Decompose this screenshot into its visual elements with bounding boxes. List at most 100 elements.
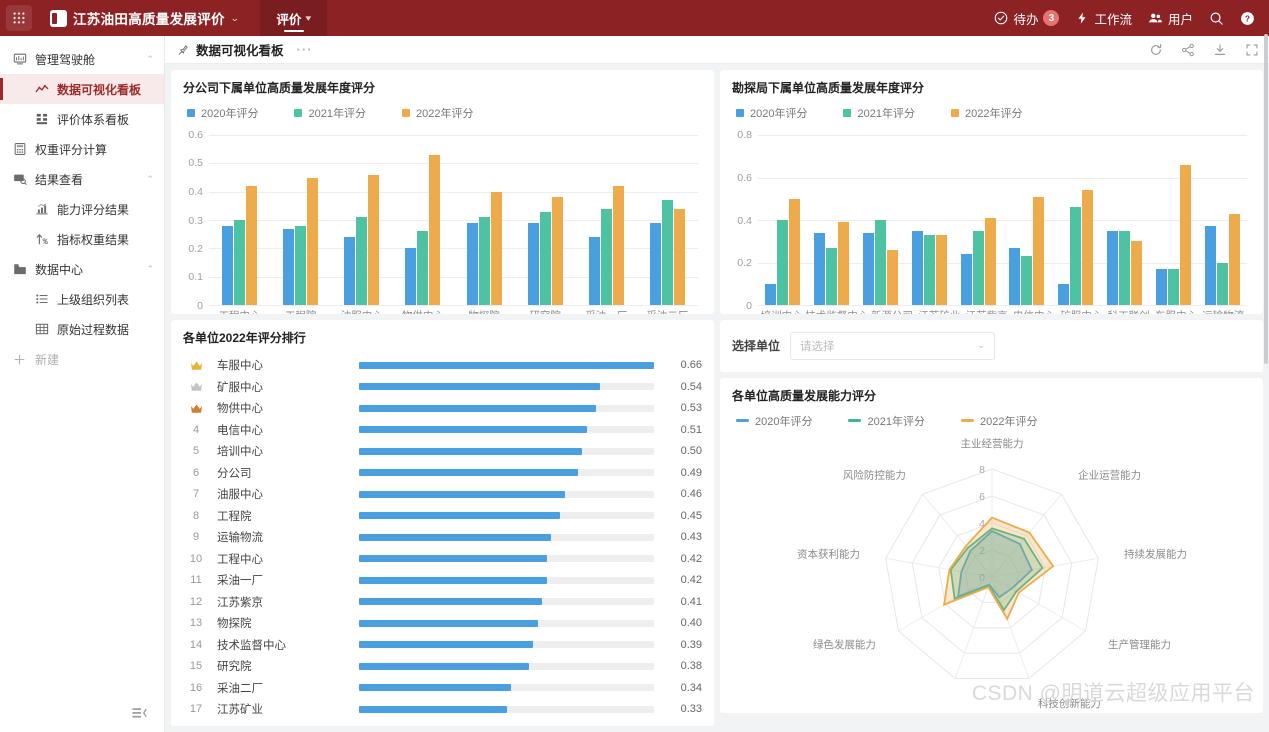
bar[interactable] (429, 154, 441, 305)
bar[interactable] (222, 225, 234, 305)
bar[interactable] (405, 248, 417, 305)
bar[interactable] (356, 217, 368, 305)
bar[interactable] (1168, 268, 1180, 305)
apps-grid-icon[interactable] (6, 5, 32, 31)
rank-row[interactable]: 9 运输物流 0.43 (183, 527, 702, 549)
bar[interactable] (1205, 226, 1217, 305)
share-icon[interactable] (1181, 43, 1195, 57)
bar[interactable] (307, 177, 319, 305)
chevron-up-icon[interactable]: ⌃ (146, 264, 154, 275)
bar[interactable] (788, 198, 800, 305)
refresh-icon[interactable] (1149, 43, 1163, 57)
sidebar-item-weight-score-calculation[interactable]: 权重评分计算 (0, 134, 164, 164)
bar[interactable] (1082, 190, 1094, 305)
rank-row[interactable]: 8 工程院 0.45 (183, 505, 702, 527)
sidebar-item-management-cockpit[interactable]: 管理驾驶舱 ⌃ (0, 44, 164, 74)
bar[interactable] (478, 217, 490, 305)
tab-evaluation[interactable]: 评价 ▾ (260, 0, 327, 36)
sidebar-item-result-view[interactable]: 结果查看 ⌃ (0, 164, 164, 194)
vertical-scrollbar[interactable] (1264, 34, 1268, 364)
rank-row[interactable]: 10 工程中心 0.42 (183, 548, 702, 570)
bar[interactable] (600, 208, 612, 305)
bar[interactable] (874, 220, 886, 305)
bar[interactable] (825, 247, 837, 305)
bar[interactable] (984, 217, 996, 305)
rank-row[interactable]: 6 分公司 0.49 (183, 462, 702, 484)
bar[interactable] (935, 234, 947, 305)
rank-row[interactable]: 14 技术监督中心 0.39 (183, 634, 702, 656)
bar[interactable] (1229, 213, 1241, 305)
rank-row[interactable]: 车服中心 0.66 (183, 355, 702, 377)
collapse-sidebar-icon[interactable] (130, 704, 150, 722)
sidebar-item-capability-score-result[interactable]: 能力评分结果 (0, 194, 164, 224)
bar[interactable] (246, 186, 258, 305)
legend-item[interactable]: 2021年评分 (848, 413, 925, 429)
legend-item[interactable]: 2020年评分 (736, 105, 807, 121)
bar[interactable] (911, 230, 923, 305)
legend-item[interactable]: 2022年评分 (401, 105, 473, 121)
rank-row[interactable]: 5 培训中心 0.50 (183, 441, 702, 463)
bar[interactable] (527, 222, 539, 305)
bar[interactable] (661, 200, 673, 305)
rank-row[interactable]: 17 江苏矿业 0.33 (183, 699, 702, 721)
bar[interactable] (490, 191, 502, 305)
download-icon[interactable] (1213, 43, 1227, 57)
bar[interactable] (1131, 241, 1143, 305)
bar[interactable] (886, 249, 898, 305)
user-button[interactable]: 用户 (1148, 9, 1193, 28)
bar[interactable] (972, 230, 984, 305)
sidebar-item-data-center[interactable]: 数据中心 ⌃ (0, 254, 164, 284)
bar[interactable] (1009, 247, 1021, 305)
bar[interactable] (1033, 196, 1045, 305)
help-button[interactable]: ? (1240, 11, 1255, 26)
bar[interactable] (1058, 283, 1070, 305)
bar[interactable] (466, 222, 478, 305)
legend-item[interactable]: 2020年评分 (736, 413, 812, 429)
todo-button[interactable]: 待办 3 (994, 9, 1060, 28)
bar[interactable] (764, 283, 776, 305)
bar[interactable] (1021, 256, 1033, 305)
legend-item[interactable]: 2020年评分 (187, 105, 258, 121)
sidebar-item-evaluation-system-board[interactable]: 评价体系看板 (0, 104, 164, 134)
rank-row[interactable]: 矿服中心 0.54 (183, 376, 702, 398)
bar[interactable] (649, 222, 661, 305)
legend-item[interactable]: 2021年评分 (294, 105, 366, 121)
legend-item[interactable]: 2022年评分 (960, 413, 1037, 429)
rank-row[interactable]: 15 研究院 0.38 (183, 656, 702, 678)
sidebar-item-data-visualization-board[interactable]: 数据可视化看板 (0, 74, 164, 104)
rank-row[interactable]: 11 采油一厂 0.42 (183, 570, 702, 592)
bar[interactable] (776, 220, 788, 305)
rank-row[interactable]: 4 电信中心 0.51 (183, 419, 702, 441)
app-title-button[interactable]: 江苏油田高质量发展评价 ⌄ (42, 0, 246, 36)
bar[interactable] (588, 237, 600, 305)
bar[interactable] (813, 232, 825, 305)
bar[interactable] (234, 220, 246, 305)
bar[interactable] (417, 231, 429, 305)
bar[interactable] (1217, 262, 1229, 305)
bar[interactable] (368, 174, 380, 305)
bar[interactable] (1119, 230, 1131, 305)
legend-item[interactable]: 2022年评分 (950, 105, 1022, 121)
sidebar-item-raw-process-data[interactable]: 原始过程数据 (0, 314, 164, 344)
more-options-icon[interactable]: ··· (297, 42, 313, 57)
sidebar-item-indicator-weight-result[interactable]: 指标权重结果 (0, 224, 164, 254)
rank-row[interactable]: 12 江苏紫京 0.41 (183, 591, 702, 613)
bar[interactable] (344, 237, 356, 305)
rank-row[interactable]: 7 油服中心 0.46 (183, 484, 702, 506)
sidebar-item-parent-org-list[interactable]: 上级组织列表 (0, 284, 164, 314)
legend-item[interactable]: 2021年评分 (843, 105, 915, 121)
bar[interactable] (837, 222, 849, 305)
bar[interactable] (295, 225, 307, 305)
bar[interactable] (862, 232, 874, 305)
search-button[interactable] (1209, 11, 1224, 26)
bar[interactable] (923, 234, 935, 305)
bar[interactable] (1070, 207, 1082, 305)
bar[interactable] (1180, 164, 1192, 305)
sidebar-item-new[interactable]: 新建 (0, 344, 164, 374)
chevron-up-icon[interactable]: ⌃ (146, 174, 154, 185)
rank-row[interactable]: 13 物探院 0.40 (183, 613, 702, 635)
rank-row[interactable]: 物供中心 0.53 (183, 398, 702, 420)
rank-row[interactable]: 16 采油二厂 0.34 (183, 677, 702, 699)
fullscreen-icon[interactable] (1245, 43, 1259, 57)
radar-series[interactable] (942, 516, 1054, 621)
